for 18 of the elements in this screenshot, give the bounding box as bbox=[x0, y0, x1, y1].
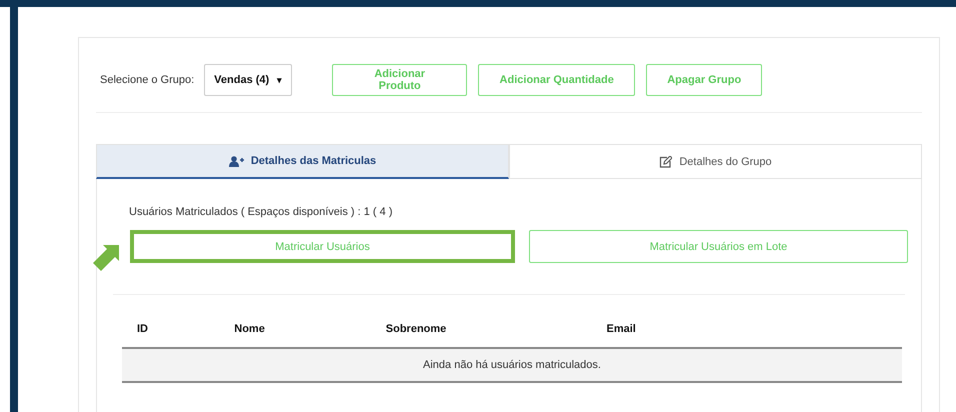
toolbar-button[interactable]: Adicionar Quantidade bbox=[478, 64, 636, 96]
group-select[interactable]: Vendas (4) ▾ bbox=[204, 64, 292, 96]
column-header: ID bbox=[137, 323, 148, 335]
toolbar-button[interactable]: Adicionar Produto bbox=[332, 64, 468, 96]
enrollment-summary: Usuários Matriculados ( Espaços disponíveis ) : 1 ( 4 ) bbox=[128, 205, 394, 220]
enroll-button[interactable]: Matricular Usuários em Lote bbox=[529, 230, 908, 263]
column-header: Email bbox=[606, 323, 636, 335]
edit-icon bbox=[659, 156, 672, 168]
group-label: Selecione o Grupo: bbox=[100, 74, 194, 86]
tab[interactable]: Detalhes das Matriculas bbox=[96, 144, 509, 179]
empty-message: Ainda não há usuários matriculados. bbox=[423, 359, 601, 371]
column-header: Nome bbox=[234, 323, 265, 335]
enroll-button[interactable]: Matricular Usuários bbox=[130, 230, 515, 263]
add-user-icon bbox=[228, 156, 244, 166]
column-header: Sobrenome bbox=[386, 323, 446, 335]
tab[interactable]: Detalhes do Grupo bbox=[509, 144, 922, 179]
toolbar-button[interactable]: Apagar Grupo bbox=[646, 64, 762, 96]
caret-icon: ▾ bbox=[277, 75, 282, 85]
